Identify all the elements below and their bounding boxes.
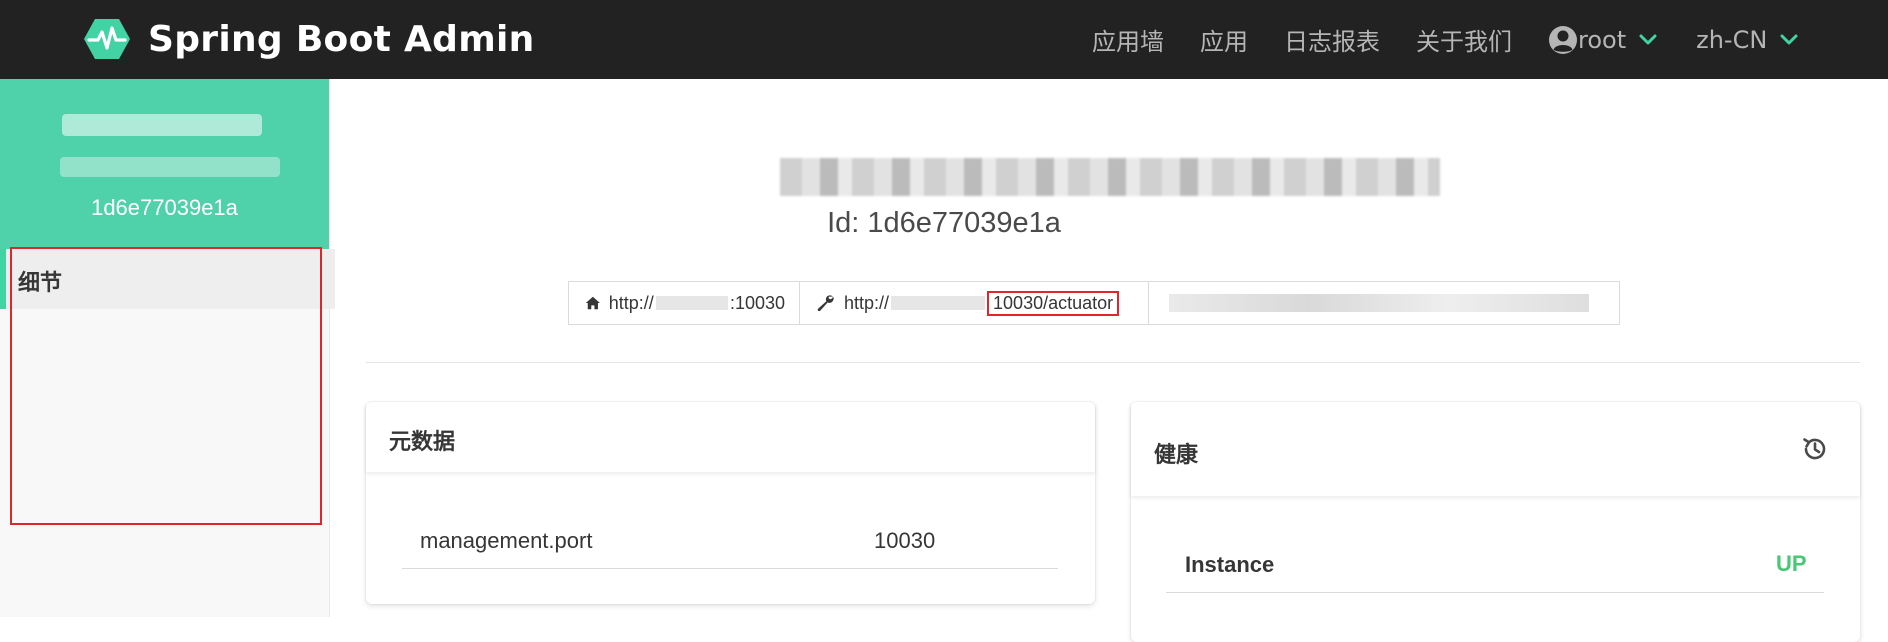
user-menu[interactable]: root — [1548, 25, 1658, 55]
metadata-card-header: 元数据 — [366, 402, 1095, 472]
home-icon — [585, 296, 600, 310]
chevron-down-icon — [1639, 34, 1657, 44]
management-url-prefix: http:// — [844, 292, 890, 313]
nav-item-log-reports[interactable]: 日志报表 — [1284, 22, 1380, 57]
metadata-value: 10030 — [874, 528, 936, 553]
nav-item-about[interactable]: 关于我们 — [1416, 22, 1512, 57]
heartbeat-logo-icon — [84, 19, 130, 59]
brand[interactable]: Spring Boot Admin — [83, 18, 535, 60]
nav-menu: 应用墙 应用 日志报表 关于我们 root zh-CN — [1092, 0, 1799, 79]
health-card: 健康 Instance UP — [1131, 402, 1860, 642]
redacted-url-segment — [1149, 281, 1620, 325]
health-card-header: 健康 — [1131, 402, 1860, 496]
redacted-host — [891, 296, 986, 310]
user-name: root — [1578, 25, 1627, 54]
row-divider — [1166, 592, 1824, 593]
highlight-box — [10, 247, 322, 525]
top-navbar: Spring Boot Admin 应用墙 应用 日志报表 关于我们 root … — [0, 0, 1888, 79]
metadata-card-title: 元数据 — [389, 430, 456, 455]
app-title: Spring Boot Admin — [148, 18, 535, 60]
redacted-app-name — [62, 114, 262, 136]
redacted-app-host — [60, 157, 280, 177]
management-url-suffix: 10030/actuator — [987, 290, 1120, 316]
instance-heading: Id: 1d6e77039e1a — [827, 207, 1061, 239]
history-icon[interactable] — [1801, 435, 1829, 463]
health-status-badge: UP — [1776, 551, 1807, 576]
language-menu[interactable]: zh-CN — [1696, 26, 1799, 54]
nav-item-wallboard[interactable]: 应用墙 — [1092, 22, 1164, 57]
redacted-application-name — [780, 158, 1440, 196]
redacted-health-url — [1169, 294, 1589, 312]
management-url-link[interactable]: http:// 10030/actuator — [800, 281, 1149, 325]
redacted-host — [655, 296, 728, 310]
section-divider — [366, 362, 1860, 363]
sidebar: 1d6e77039e1a 细节 — [0, 79, 335, 617]
instance-urls: http:// :10030 http:// 10030/actuator — [568, 281, 1620, 325]
health-card-title: 健康 — [1154, 443, 1199, 468]
health-instance-label: Instance — [1185, 552, 1275, 577]
metadata-card: 元数据 management.port 10030 — [366, 402, 1095, 604]
service-url-link[interactable]: http:// :10030 — [568, 281, 800, 325]
row-divider — [402, 568, 1058, 569]
service-url-suffix: :10030 — [729, 292, 785, 313]
user-circle-icon — [1549, 25, 1577, 54]
language-label: zh-CN — [1696, 25, 1768, 54]
wrench-icon — [817, 295, 834, 312]
service-url-prefix: http:// — [608, 292, 654, 313]
chevron-down-icon — [1780, 34, 1798, 44]
nav-item-applications[interactable]: 应用 — [1200, 22, 1248, 57]
metadata-key: management.port — [420, 528, 593, 553]
